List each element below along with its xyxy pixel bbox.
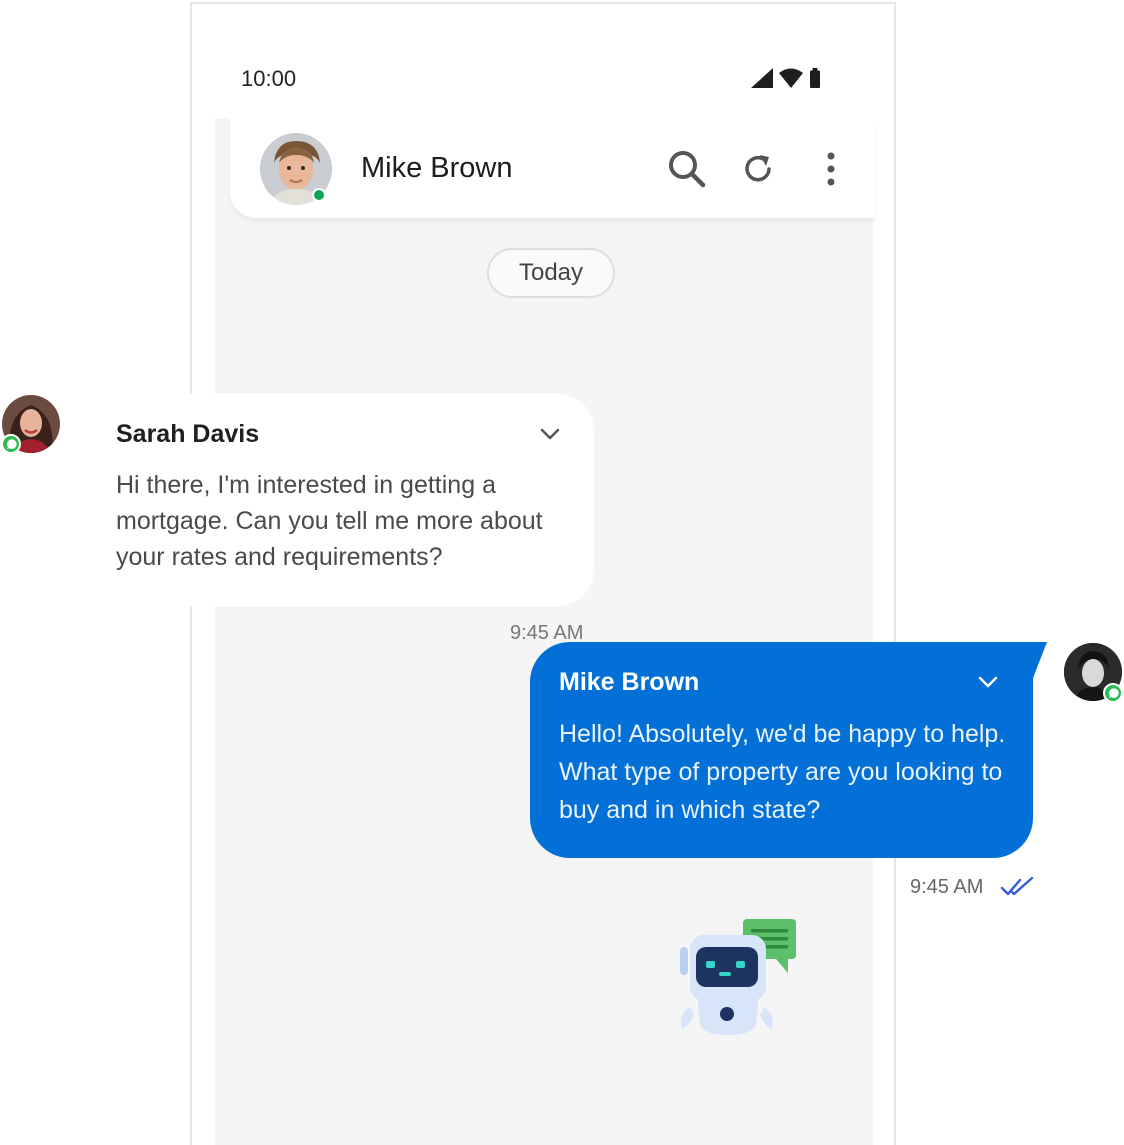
whatsapp-icon (1103, 683, 1123, 703)
search-button[interactable] (666, 148, 708, 190)
chevron-down-icon[interactable] (540, 428, 560, 440)
message-sender: Mike Brown (559, 668, 700, 696)
chatbot-robot-icon (680, 919, 796, 1035)
refresh-button[interactable] (737, 148, 779, 190)
search-icon (669, 151, 706, 188)
status-time: 10:00 (241, 66, 297, 91)
whatsapp-icon (1, 434, 21, 454)
status-bar: 10:00 (215, 30, 873, 118)
contact-name: Mike Brown (361, 152, 513, 184)
online-status-dot (312, 188, 326, 202)
outgoing-message-bubble[interactable]: Mike Brown Hello! Absolutely, we'd be ha… (530, 642, 1047, 858)
double-check-read-icon (1000, 876, 1034, 896)
date-separator: Today (487, 248, 615, 298)
chevron-down-icon[interactable] (978, 676, 998, 688)
wifi-icon (779, 68, 803, 88)
more-options-button[interactable] (810, 148, 852, 190)
message-timestamp: 9:45 AM (910, 876, 984, 898)
more-vertical-icon (827, 152, 835, 186)
refresh-icon (745, 155, 771, 182)
incoming-message-bubble[interactable]: Sarah Davis Hi there, I'm interested in … (62, 394, 594, 606)
message-text: Hi there, I'm interested in getting a mo… (116, 471, 543, 571)
message-text: Hello! Absolutely, we'd be happy to help… (559, 720, 1006, 824)
message-sender: Sarah Davis (116, 420, 260, 448)
signal-icon (751, 68, 773, 88)
chat-header: Mike Brown (230, 118, 876, 218)
battery-icon (810, 68, 820, 88)
